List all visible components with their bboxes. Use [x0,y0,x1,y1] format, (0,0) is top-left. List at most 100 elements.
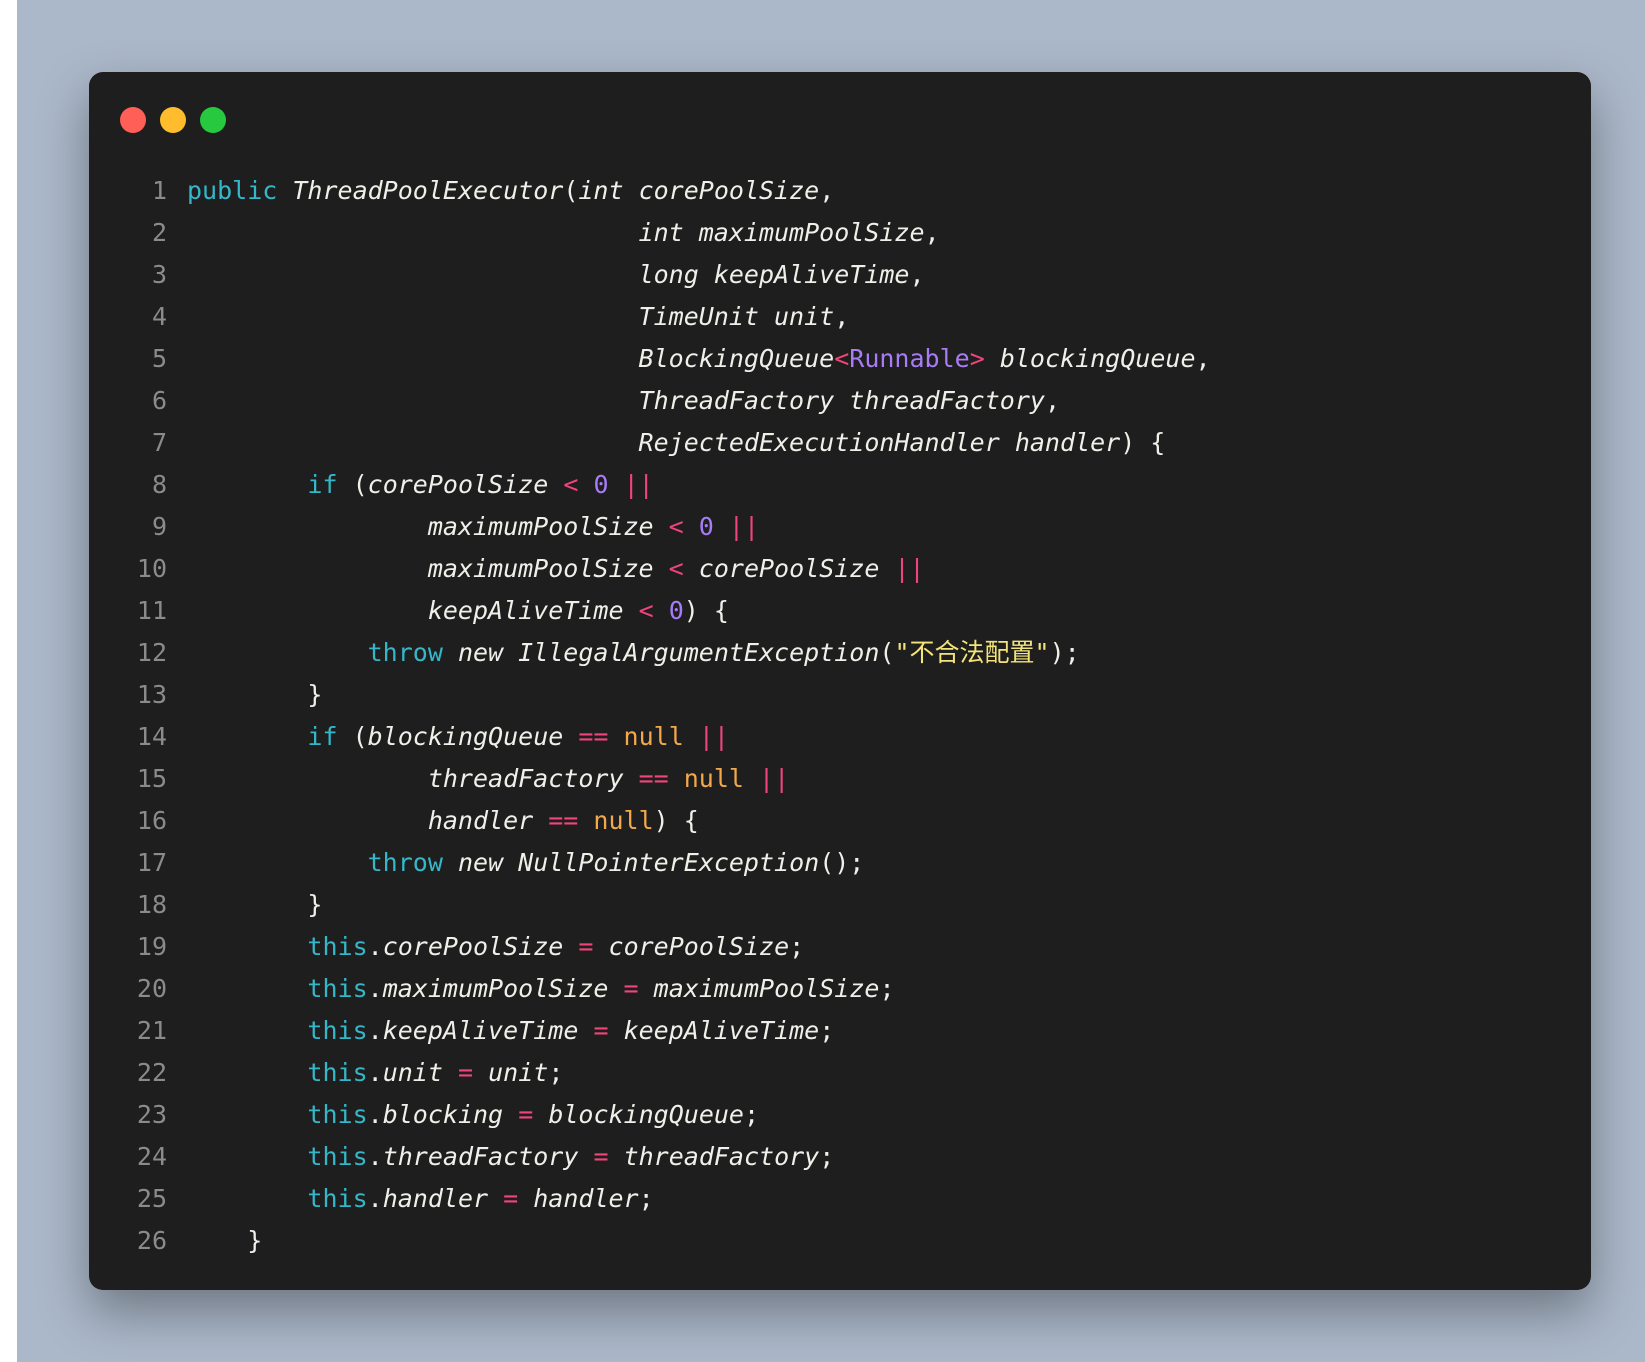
code-text: RejectedExecutionHandler handler) { [187,422,1166,464]
code-token: ; [548,1058,564,1087]
code-token: this [307,1016,368,1045]
code-text: public ThreadPoolExecutor(int corePoolSi… [187,170,834,212]
code-token: , [834,302,850,331]
line-number: 18 [136,890,167,919]
code-token: new NullPointerException [457,848,820,877]
code-token: long keepAliveTime [638,260,910,289]
code-token: || [759,764,790,793]
line-number: 6 [151,386,167,415]
code-token: threadFactory [382,1142,579,1171]
code-token: < [563,470,579,499]
line-number: 24 [136,1142,167,1171]
code-token: == [638,764,669,793]
code-token: , [1195,344,1211,373]
code-block: 1 public ThreadPoolExecutor(int corePoolS… [89,170,1591,1262]
code-line: 25 this.handler = handler; [89,1178,1591,1220]
code-line: 22 this.unit = unit; [89,1052,1591,1094]
code-token: keepAliveTime [382,1016,579,1045]
code-text: threadFactory == null || [187,758,789,800]
code-token: ; [743,1100,760,1129]
line-number: 11 [136,596,167,625]
code-token: corePoolSize [382,932,564,961]
code-token: this [307,932,368,961]
code-token: throw [367,848,443,877]
code-text: maximumPoolSize < 0 || [187,506,759,548]
line-number: 1 [151,176,167,205]
line-number: 15 [136,764,167,793]
line-number: 10 [136,554,167,583]
maximize-window-icon[interactable] [200,107,226,133]
close-window-icon[interactable] [120,107,146,133]
code-text: this.maximumPoolSize = maximumPoolSize; [187,968,895,1010]
code-line: 19 this.corePoolSize = corePoolSize; [89,926,1591,968]
code-token: < [638,596,654,625]
code-token: null [593,806,654,835]
line-number: 26 [136,1226,167,1255]
code-token: } [187,680,323,709]
code-token: new IllegalArgumentException [457,638,880,667]
minimize-window-icon[interactable] [160,107,186,133]
code-token: this [307,1100,368,1129]
code-token: . [367,974,383,1003]
code-text: if (corePoolSize < 0 || [187,464,653,506]
code-token: , [819,176,835,205]
code-window: 1 public ThreadPoolExecutor(int corePoolS… [89,72,1591,1290]
code-token: || [698,722,729,751]
code-token: corePoolSize [367,470,549,499]
code-token: unit [488,1058,549,1087]
code-text: throw new NullPointerException(); [187,842,865,884]
code-token: handler [382,1184,489,1213]
code-token: == [578,722,609,751]
code-text: this.handler = handler; [187,1178,653,1220]
code-line: 6 ThreadFactory threadFactory, [89,380,1591,422]
code-token: blocking [382,1100,504,1129]
code-line: 15 threadFactory == null || [89,758,1591,800]
code-token: if [307,722,338,751]
code-token: ; [879,974,895,1003]
line-number: 4 [151,302,167,331]
code-token: ; [819,1016,835,1045]
code-token: = [623,974,639,1003]
code-token: < [834,344,850,373]
code-token: , [909,260,925,289]
code-token: == [548,806,579,835]
line-number: 9 [151,512,167,541]
code-token: maximumPoolSize [382,974,609,1003]
code-token: null [623,722,684,751]
code-token: = [457,1058,474,1087]
code-token: ); [1049,638,1080,667]
code-token: this [307,1184,368,1213]
line-number: 21 [136,1016,167,1045]
code-token: < [668,512,684,541]
code-token: = [503,1184,519,1213]
code-token: blockingQueue [548,1100,744,1129]
code-line: 1 public ThreadPoolExecutor(int corePoolS… [89,170,1591,212]
code-line: 4 TimeUnit unit, [89,296,1591,338]
code-token: this [307,1142,368,1171]
